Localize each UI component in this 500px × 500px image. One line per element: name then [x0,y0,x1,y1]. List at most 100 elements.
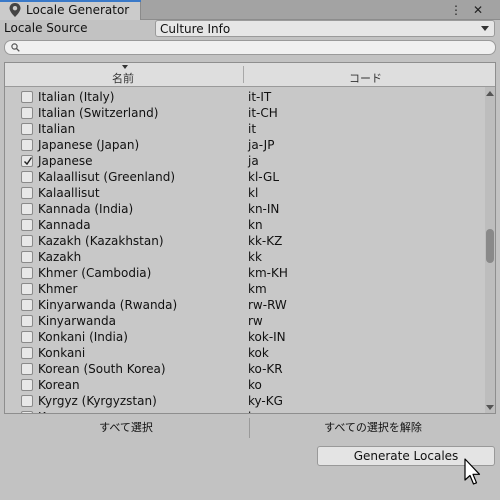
locale-checkbox[interactable] [21,251,33,263]
locale-checkbox[interactable] [21,219,33,231]
column-name-label: 名前 [112,72,134,85]
table-row[interactable]: Japanese ja [5,153,485,169]
locale-checkbox[interactable] [21,187,33,199]
table-row[interactable]: Khmer km [5,281,485,297]
locale-code-cell: kok-IN [248,330,286,344]
tab-title: Locale Generator [26,3,130,17]
locale-checkbox[interactable] [21,315,33,327]
locale-checkbox[interactable] [21,107,33,119]
scroll-down-arrow-icon[interactable] [486,405,494,410]
locale-source-label: Locale Source [4,21,88,35]
table-row[interactable]: Konkani kok [5,345,485,361]
locale-name-cell: Konkani (India) [38,330,128,344]
locale-name-cell: Kinyarwanda [38,314,116,328]
table-row[interactable]: Kalaallisut kl [5,185,485,201]
chevron-down-icon [481,26,489,31]
close-icon[interactable]: ✕ [470,2,486,18]
checkmark-icon [24,157,32,166]
locale-code-cell: kn [248,218,263,232]
table-row[interactable]: Khmer (Cambodia) km-KH [5,265,485,281]
locale-checkbox[interactable] [21,379,33,391]
locale-checkbox[interactable] [21,171,33,183]
table-row[interactable]: Korean ko [5,377,485,393]
locale-code-cell: it [248,122,257,136]
table-header: 名前 コード [5,63,495,87]
column-code-label: コード [349,72,382,85]
locale-checkbox[interactable] [21,155,33,167]
search-icon [11,43,20,52]
locale-checkbox[interactable] [21,331,33,343]
locale-checkbox[interactable] [21,395,33,407]
locale-checkbox[interactable] [21,267,33,279]
locale-source-dropdown[interactable]: Culture Info [155,20,495,37]
locale-name-cell: Kalaallisut (Greenland) [38,170,176,184]
locale-checkbox[interactable] [21,235,33,247]
locale-name-cell: Italian [38,122,76,136]
search-input[interactable] [4,40,496,55]
table-row[interactable]: Kyrgyz (Kyrgyzstan) ky-KG [5,393,485,409]
locale-name-cell: Korean (South Korea) [38,362,166,376]
tab-locale-generator[interactable]: Locale Generator [0,0,141,20]
sort-descending-icon [122,65,128,69]
locale-checkbox[interactable] [21,283,33,295]
locale-checkbox[interactable] [21,203,33,215]
locale-name-cell: Japanese (Japan) [38,138,140,152]
column-header-code[interactable]: コード [244,63,495,86]
table-row[interactable]: Konkani (India) kok-IN [5,329,485,345]
locale-checkbox[interactable] [21,91,33,103]
locale-code-cell: ky-KG [248,394,283,408]
locale-checkbox[interactable] [21,347,33,359]
locale-checkbox[interactable] [21,123,33,135]
locale-checkbox[interactable] [21,139,33,151]
locale-checkbox[interactable] [21,411,33,413]
scroll-up-arrow-icon[interactable] [486,91,494,96]
table-row[interactable]: Italian (Italy) it-IT [5,89,485,105]
locale-code-cell: kn-IN [248,202,280,216]
locale-name-cell: Kyrgyz [38,410,78,413]
locale-code-cell: kk-KZ [248,234,283,248]
locale-code-cell: ja-JP [248,138,275,152]
locale-code-cell: kl [248,186,259,200]
select-all-button[interactable]: すべて選択 [4,418,248,438]
mouse-cursor-icon [464,458,481,485]
locale-name-cell: Korean [38,378,80,392]
locale-name-cell: Kannada [38,218,91,232]
more-options-icon[interactable]: ⋮ [448,2,464,18]
deselect-all-button[interactable]: すべての選択を解除 [250,418,496,438]
locale-name-cell: Khmer (Cambodia) [38,266,152,280]
locale-code-cell: it-CH [248,106,278,120]
table-row[interactable]: Japanese (Japan) ja-JP [5,137,485,153]
locale-code-cell: rw [248,314,263,328]
locale-code-cell: rw-RW [248,298,287,312]
table-row[interactable]: Kyrgyz ky [5,409,485,413]
locale-name-cell: Kalaallisut [38,186,100,200]
locale-code-cell: kk [248,250,262,264]
table-row[interactable]: Italian (Switzerland) it-CH [5,105,485,121]
locale-name-cell: Italian (Italy) [38,90,115,104]
table-row[interactable]: Kannada (India) kn-IN [5,201,485,217]
locale-name-cell: Kinyarwanda (Rwanda) [38,298,178,312]
locale-name-cell: Kazakh [38,250,82,264]
locale-name-cell: Japanese [38,154,93,168]
table-row[interactable]: Kalaallisut (Greenland) kl-GL [5,169,485,185]
locale-code-cell: ky [248,410,262,413]
locale-name-cell: Konkani [38,346,86,360]
locale-checkbox[interactable] [21,363,33,375]
scrollbar-thumb[interactable] [486,229,494,263]
locale-checkbox[interactable] [21,299,33,311]
tab-bar: Locale Generator ⋮ ✕ [0,0,500,20]
table-row[interactable]: Kazakh kk [5,249,485,265]
table-row[interactable]: Italian it [5,121,485,137]
locale-code-cell: kl-GL [248,170,280,184]
vertical-scrollbar[interactable] [485,87,495,413]
map-pin-icon [9,3,21,17]
table-row[interactable]: Korean (South Korea) ko-KR [5,361,485,377]
locale-code-cell: km [248,282,267,296]
table-row[interactable]: Kinyarwanda rw [5,313,485,329]
table-row[interactable]: Kannada kn [5,217,485,233]
table-row[interactable]: Kazakh (Kazakhstan) kk-KZ [5,233,485,249]
locale-code-cell: km-KH [248,266,288,280]
column-header-name[interactable]: 名前 [5,63,243,86]
locale-name-cell: Kannada (India) [38,202,134,216]
table-row[interactable]: Kinyarwanda (Rwanda) rw-RW [5,297,485,313]
